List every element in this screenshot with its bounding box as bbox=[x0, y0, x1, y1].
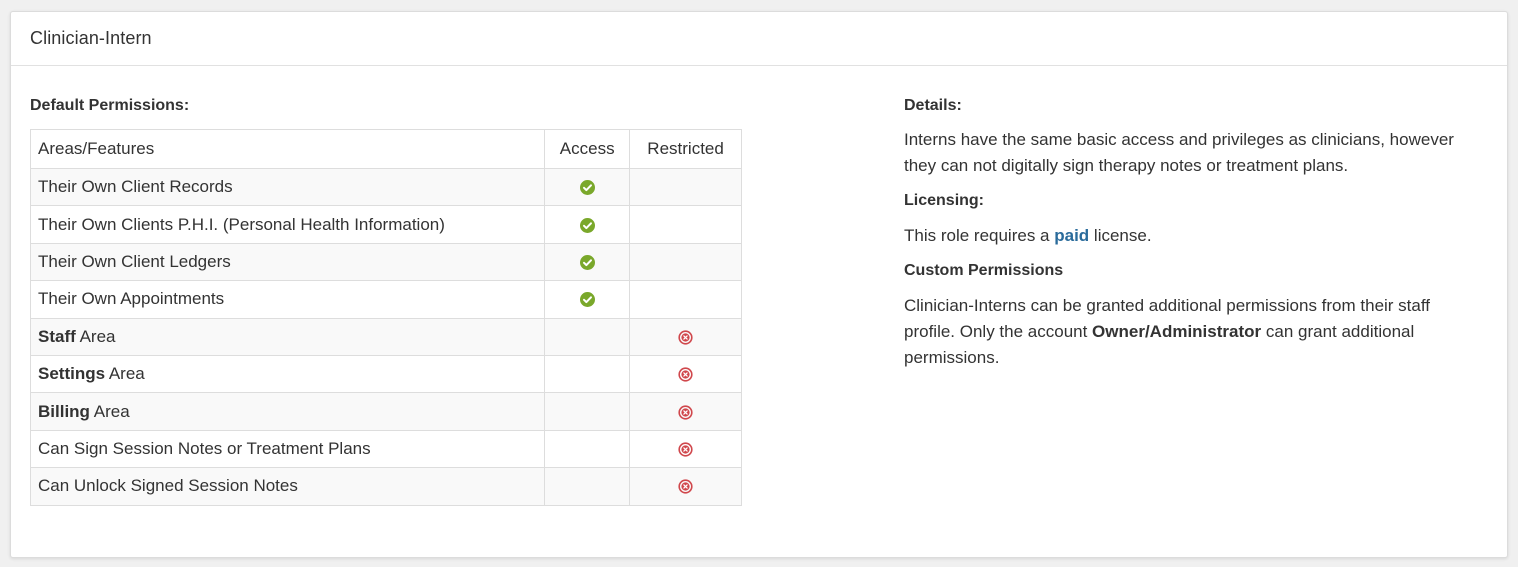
x-circle-icon bbox=[678, 479, 693, 494]
restricted-cell bbox=[629, 467, 742, 506]
table-row: Can Sign Session Notes or Treatment Plan… bbox=[29, 429, 742, 469]
access-cell bbox=[544, 467, 631, 506]
restricted-cell bbox=[629, 392, 742, 431]
permissions-table: Areas/Features Access Restricted Their O… bbox=[29, 129, 742, 506]
permission-area-bold: Billing bbox=[38, 401, 90, 421]
licensing-suffix: license. bbox=[1089, 226, 1152, 245]
permission-area-label: Area bbox=[75, 326, 116, 346]
restricted-cell bbox=[629, 317, 742, 356]
table-row: Their Own Client Records bbox=[29, 167, 742, 207]
table-row: Their Own Clients P.H.I. (Personal Healt… bbox=[29, 205, 742, 244]
permission-area-bold: Staff bbox=[38, 326, 76, 346]
permission-area-cell: Their Own Clients P.H.I. (Personal Healt… bbox=[29, 205, 546, 244]
permissions-section: Default Permissions: Areas/Features Acce… bbox=[29, 96, 742, 506]
check-circle-icon bbox=[579, 180, 595, 196]
custom-permissions-label: Custom Permissions bbox=[904, 262, 1064, 279]
licensing-label: Licensing: bbox=[904, 192, 985, 209]
permission-area-label: Area bbox=[89, 401, 130, 421]
access-cell bbox=[544, 205, 631, 244]
permission-area-label: Can Unlock Signed Session Notes bbox=[38, 476, 298, 496]
restricted-cell bbox=[629, 167, 742, 207]
header-access: Access bbox=[544, 129, 631, 169]
panel-title: Clinician-Intern bbox=[30, 28, 152, 48]
access-cell bbox=[544, 429, 631, 469]
permission-area-cell: Can Sign Session Notes or Treatment Plan… bbox=[29, 429, 546, 469]
x-circle-icon bbox=[678, 330, 693, 345]
check-circle-icon bbox=[579, 254, 595, 270]
permission-area-label: Area bbox=[105, 364, 145, 384]
restricted-cell bbox=[629, 280, 742, 319]
permission-area-cell: Billing Area bbox=[29, 392, 546, 431]
details-text: Interns have the same basic access and p… bbox=[904, 130, 1454, 175]
permission-area-cell: Their Own Client Records bbox=[29, 167, 546, 207]
access-cell bbox=[544, 354, 631, 394]
check-circle-icon bbox=[579, 292, 595, 308]
table-row: Their Own Appointments bbox=[29, 280, 742, 319]
info-section: Details: Interns have the same basic acc… bbox=[904, 96, 1484, 371]
role-panel: Clinician-Intern Default Permissions: Ar… bbox=[10, 11, 1508, 558]
permission-area-label: Their Own Client Records bbox=[38, 177, 233, 197]
table-row: Settings Area bbox=[29, 354, 742, 394]
table-header-row: Areas/Features Access Restricted bbox=[29, 129, 742, 169]
owner-administrator-text: Owner/Administrator bbox=[1092, 322, 1262, 341]
access-cell bbox=[544, 167, 631, 207]
licensing-text: This role requires a paid license. bbox=[904, 223, 1484, 249]
permission-area-cell: Their Own Appointments bbox=[29, 280, 546, 319]
permission-area-cell: Settings Area bbox=[29, 354, 546, 394]
permission-area-label: Can Sign Session Notes or Treatment Plan… bbox=[38, 438, 371, 458]
table-row: Their Own Client Ledgers bbox=[29, 242, 742, 282]
permission-area-cell: Can Unlock Signed Session Notes bbox=[29, 467, 546, 506]
header-restricted: Restricted bbox=[629, 129, 742, 169]
check-circle-icon bbox=[579, 217, 595, 233]
restricted-cell bbox=[629, 354, 742, 394]
access-cell bbox=[544, 242, 631, 282]
access-cell bbox=[544, 392, 631, 431]
x-circle-icon bbox=[678, 404, 693, 420]
permission-area-cell: Their Own Client Ledgers bbox=[29, 242, 546, 282]
permission-area-label: Their Own Clients P.H.I. (Personal Healt… bbox=[38, 214, 445, 234]
access-cell bbox=[544, 317, 631, 356]
header-area: Areas/Features bbox=[29, 129, 546, 169]
licensing-prefix: This role requires a bbox=[904, 226, 1055, 245]
restricted-cell bbox=[629, 429, 742, 469]
table-row: Can Unlock Signed Session Notes bbox=[29, 467, 742, 506]
permission-area-cell: Staff Area bbox=[29, 317, 546, 356]
x-circle-icon bbox=[678, 367, 693, 382]
permissions-table-body: Their Own Client Records Their Own Client… bbox=[29, 167, 742, 506]
restricted-cell bbox=[629, 205, 742, 244]
paid-license-link[interactable]: paid bbox=[1054, 226, 1089, 245]
permissions-label: Default Permissions: bbox=[30, 97, 190, 114]
table-row: Billing Area bbox=[29, 392, 742, 431]
permission-area-bold: Settings bbox=[38, 364, 106, 384]
permission-area-label: Their Own Client Ledgers bbox=[38, 251, 231, 271]
permission-area-label: Their Own Appointments bbox=[38, 289, 225, 309]
details-label: Details: bbox=[904, 97, 962, 114]
access-cell bbox=[544, 280, 631, 319]
x-circle-icon bbox=[678, 442, 693, 457]
table-row: Staff Area bbox=[29, 317, 742, 356]
panel-header: Clinician-Intern bbox=[11, 12, 1507, 66]
restricted-cell bbox=[629, 242, 742, 282]
custom-permissions-text: Clinician-Interns can be granted additio… bbox=[904, 293, 1484, 371]
